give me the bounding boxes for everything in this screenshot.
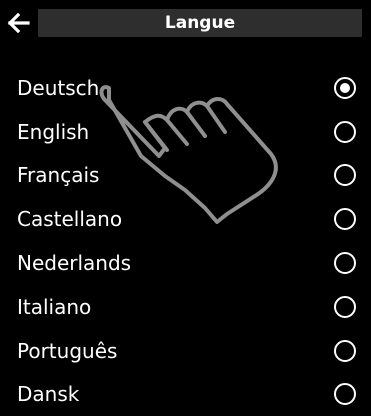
radio-button-selected[interactable] — [334, 76, 356, 99]
title-bar: Langue — [38, 9, 362, 37]
language-label: English — [17, 119, 90, 144]
language-label: Dansk — [17, 382, 80, 407]
language-item-italiano[interactable]: Italiano — [0, 285, 371, 329]
language-item-portugues[interactable]: Português — [0, 329, 371, 373]
language-item-english[interactable]: English — [0, 110, 371, 154]
language-item-dansk[interactable]: Dansk — [0, 373, 371, 416]
language-label: Italiano — [17, 294, 92, 319]
language-label: Deutsch — [17, 75, 100, 100]
language-label: Castellano — [17, 207, 123, 232]
arrow-left-icon — [7, 12, 30, 34]
language-item-nederlands[interactable]: Nederlands — [0, 241, 371, 285]
language-list: Deutsch English Français Castellano Nede… — [0, 66, 371, 416]
radio-button[interactable] — [334, 339, 356, 362]
radio-button[interactable] — [334, 383, 356, 406]
radio-button[interactable] — [334, 252, 356, 275]
page-title: Langue — [164, 13, 236, 33]
radio-button[interactable] — [334, 208, 356, 231]
language-label: Português — [17, 338, 118, 363]
radio-button[interactable] — [334, 164, 356, 187]
header-bar: Langue — [0, 0, 371, 44]
language-item-deutsch[interactable]: Deutsch — [0, 66, 371, 110]
language-item-francais[interactable]: Français — [0, 154, 371, 198]
language-label: Français — [17, 163, 100, 188]
language-label: Nederlands — [17, 251, 132, 276]
radio-button[interactable] — [334, 295, 356, 318]
back-button[interactable] — [6, 9, 40, 37]
radio-dot — [340, 82, 350, 93]
language-item-castellano[interactable]: Castellano — [0, 197, 371, 241]
radio-button[interactable] — [334, 120, 356, 143]
